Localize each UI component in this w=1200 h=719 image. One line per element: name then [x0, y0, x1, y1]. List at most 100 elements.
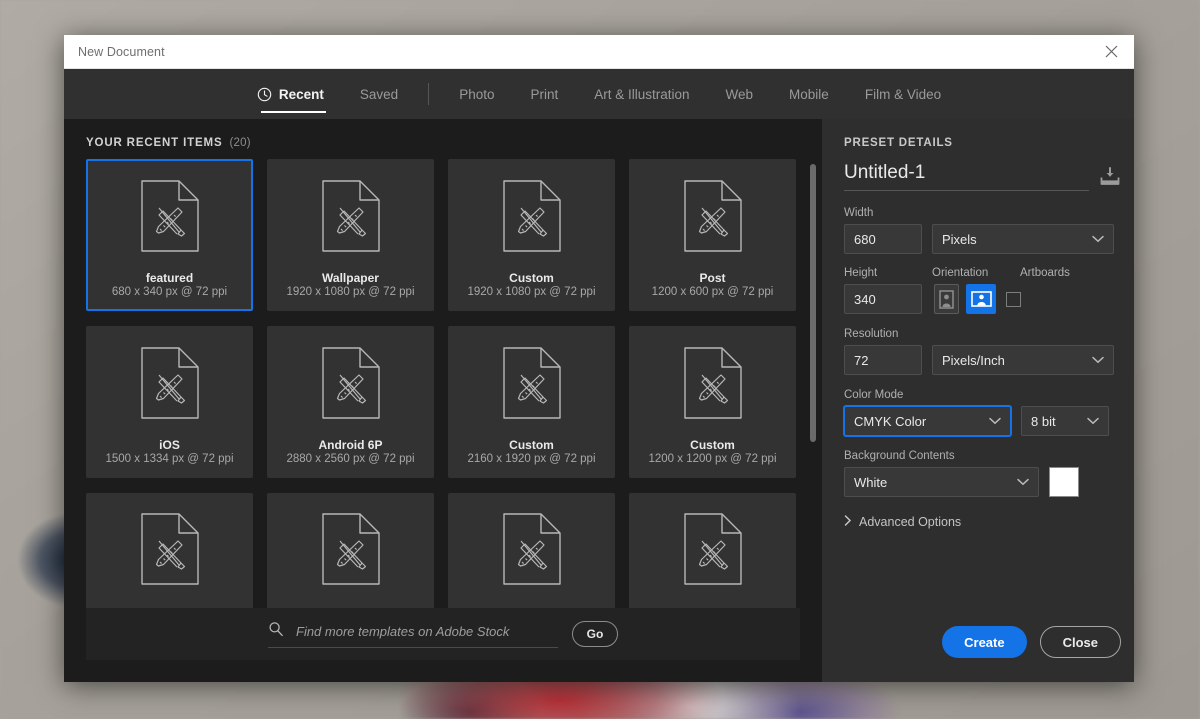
background-contents-label: Background Contents: [844, 450, 1121, 462]
preset-details-header: PRESET DETAILS: [844, 137, 1121, 149]
recent-item-card[interactable]: [86, 493, 253, 608]
recent-item-card[interactable]: Android 6P2880 x 2560 px @ 72 ppi: [267, 326, 434, 478]
color-mode-row: CMYK Color 8 bit: [844, 406, 1121, 436]
tab-photo-label: Photo: [459, 87, 494, 102]
save-preset-icon[interactable]: [1099, 167, 1121, 187]
background-contents-select[interactable]: White: [844, 467, 1039, 497]
document-template-icon: [503, 513, 561, 585]
tab-saved[interactable]: Saved: [342, 69, 416, 119]
resolution-input[interactable]: [844, 345, 922, 375]
resolution-label: Resolution: [844, 328, 1121, 340]
stock-search-input[interactable]: [296, 624, 558, 639]
document-template-icon: [631, 161, 794, 272]
document-template-icon: [269, 513, 432, 585]
tab-recent[interactable]: Recent: [239, 69, 342, 119]
width-input[interactable]: [844, 224, 922, 254]
document-template-icon: [322, 180, 380, 252]
bit-depth-select[interactable]: 8 bit: [1021, 406, 1109, 436]
recent-item-dimensions: 1920 x 1080 px @ 72 ppi: [467, 287, 595, 299]
chevron-down-icon: [989, 417, 1001, 425]
color-mode-value: CMYK Color: [854, 414, 926, 429]
recent-item-dimensions: 1200 x 1200 px @ 72 ppi: [648, 454, 776, 466]
artboards-label: Artboards: [1020, 267, 1070, 279]
resolution-row: Pixels/Inch: [844, 345, 1121, 375]
landscape-orientation-button[interactable]: [966, 284, 996, 314]
width-unit-value: Pixels: [942, 232, 977, 247]
width-row: Pixels: [844, 224, 1121, 254]
document-template-icon: [450, 513, 613, 585]
stock-go-button[interactable]: Go: [572, 621, 618, 647]
new-document-dialog: New Document Recent Saved Photo Print: [64, 35, 1134, 682]
dialog-titlebar: New Document: [64, 35, 1134, 69]
close-button[interactable]: Close: [1040, 626, 1121, 658]
recent-item-card[interactable]: Post 1200 x 600 px @ 72 ppi: [629, 159, 796, 311]
recent-item-card[interactable]: [267, 493, 434, 608]
tab-film-video[interactable]: Film & Video: [847, 69, 959, 119]
resolution-unit-select[interactable]: Pixels/Inch: [932, 345, 1114, 375]
portrait-orientation-button[interactable]: [934, 284, 959, 314]
recent-item-dimensions: 1200 x 600 px @ 72 ppi: [652, 287, 774, 299]
document-name-input[interactable]: [844, 162, 1089, 191]
orientation-group: [934, 284, 996, 314]
resolution-unit-value: Pixels/Inch: [942, 353, 1005, 368]
tab-divider: [428, 83, 429, 105]
document-template-icon: [684, 180, 742, 252]
document-name-row: [844, 162, 1121, 191]
document-template-icon: [269, 161, 432, 272]
tab-print-label: Print: [530, 87, 558, 102]
recent-item-name: Custom: [509, 272, 554, 284]
height-orientation-row: [844, 284, 1121, 314]
tab-art-illustration[interactable]: Art & Illustration: [576, 69, 707, 119]
recent-item-card[interactable]: featured680 x 340 px @ 72 ppi: [86, 159, 253, 311]
recent-item-name: Post: [699, 272, 725, 284]
recent-items-count: (20): [230, 137, 251, 149]
recent-item-card[interactable]: Custom1200 x 1200 px @ 72 ppi: [629, 326, 796, 478]
create-button[interactable]: Create: [942, 626, 1026, 658]
document-template-icon: [503, 347, 561, 419]
recent-item-card[interactable]: Custom 1920 x 1080 px @ 72 ppi: [448, 159, 615, 311]
tab-mobile-label: Mobile: [789, 87, 829, 102]
recent-items-scroll-area[interactable]: featured680 x 340 px @ 72 ppi Wallpaper 1…: [64, 159, 822, 608]
recent-item-dimensions: 2880 x 2560 px @ 72 ppi: [286, 454, 414, 466]
artboards-checkbox[interactable]: [1006, 292, 1021, 307]
tab-web-label: Web: [726, 87, 754, 102]
document-template-icon: [322, 347, 380, 419]
tab-print[interactable]: Print: [512, 69, 576, 119]
height-input[interactable]: [844, 284, 922, 314]
document-template-icon: [503, 180, 561, 252]
background-color-swatch[interactable]: [1049, 467, 1079, 497]
tab-mobile[interactable]: Mobile: [771, 69, 847, 119]
recent-item-card[interactable]: Wallpaper 1920 x 1080 px @ 72 ppi: [267, 159, 434, 311]
recent-item-dimensions: 1920 x 1080 px @ 72 ppi: [286, 287, 414, 299]
color-mode-select[interactable]: CMYK Color: [844, 406, 1011, 436]
width-unit-select[interactable]: Pixels: [932, 224, 1114, 254]
document-template-icon: [141, 180, 199, 252]
color-mode-label: Color Mode: [844, 389, 1121, 401]
recent-items-header: YOUR RECENT ITEMS (20): [64, 119, 822, 159]
recent-item-name: Wallpaper: [322, 272, 379, 284]
document-template-icon: [322, 513, 380, 585]
advanced-options-toggle[interactable]: Advanced Options: [844, 515, 1121, 529]
recent-item-card[interactable]: [448, 493, 615, 608]
document-template-icon: [450, 161, 613, 272]
document-template-icon: [684, 347, 742, 419]
document-template-icon: [88, 328, 251, 439]
chevron-down-icon: [1092, 356, 1104, 364]
document-template-icon: [631, 328, 794, 439]
document-template-icon: [269, 328, 432, 439]
recent-item-card[interactable]: iOS1500 x 1334 px @ 72 ppi: [86, 326, 253, 478]
scrollbar-thumb[interactable]: [810, 164, 816, 442]
stock-search-field[interactable]: [268, 621, 558, 648]
tab-photo[interactable]: Photo: [441, 69, 512, 119]
tab-recent-label: Recent: [279, 87, 324, 102]
recent-item-card[interactable]: [629, 493, 796, 608]
adobe-stock-search-bar: Go: [86, 608, 800, 660]
tab-art-illustration-label: Art & Illustration: [594, 87, 689, 102]
recent-item-card[interactable]: Custom2160 x 1920 px @ 72 ppi: [448, 326, 615, 478]
bit-depth-value: 8 bit: [1031, 414, 1056, 429]
orientation-label: Orientation: [932, 267, 1010, 279]
close-icon[interactable]: [1088, 35, 1134, 69]
tab-web[interactable]: Web: [708, 69, 772, 119]
scrollbar-track[interactable]: [810, 164, 816, 608]
chevron-down-icon: [1087, 417, 1099, 425]
